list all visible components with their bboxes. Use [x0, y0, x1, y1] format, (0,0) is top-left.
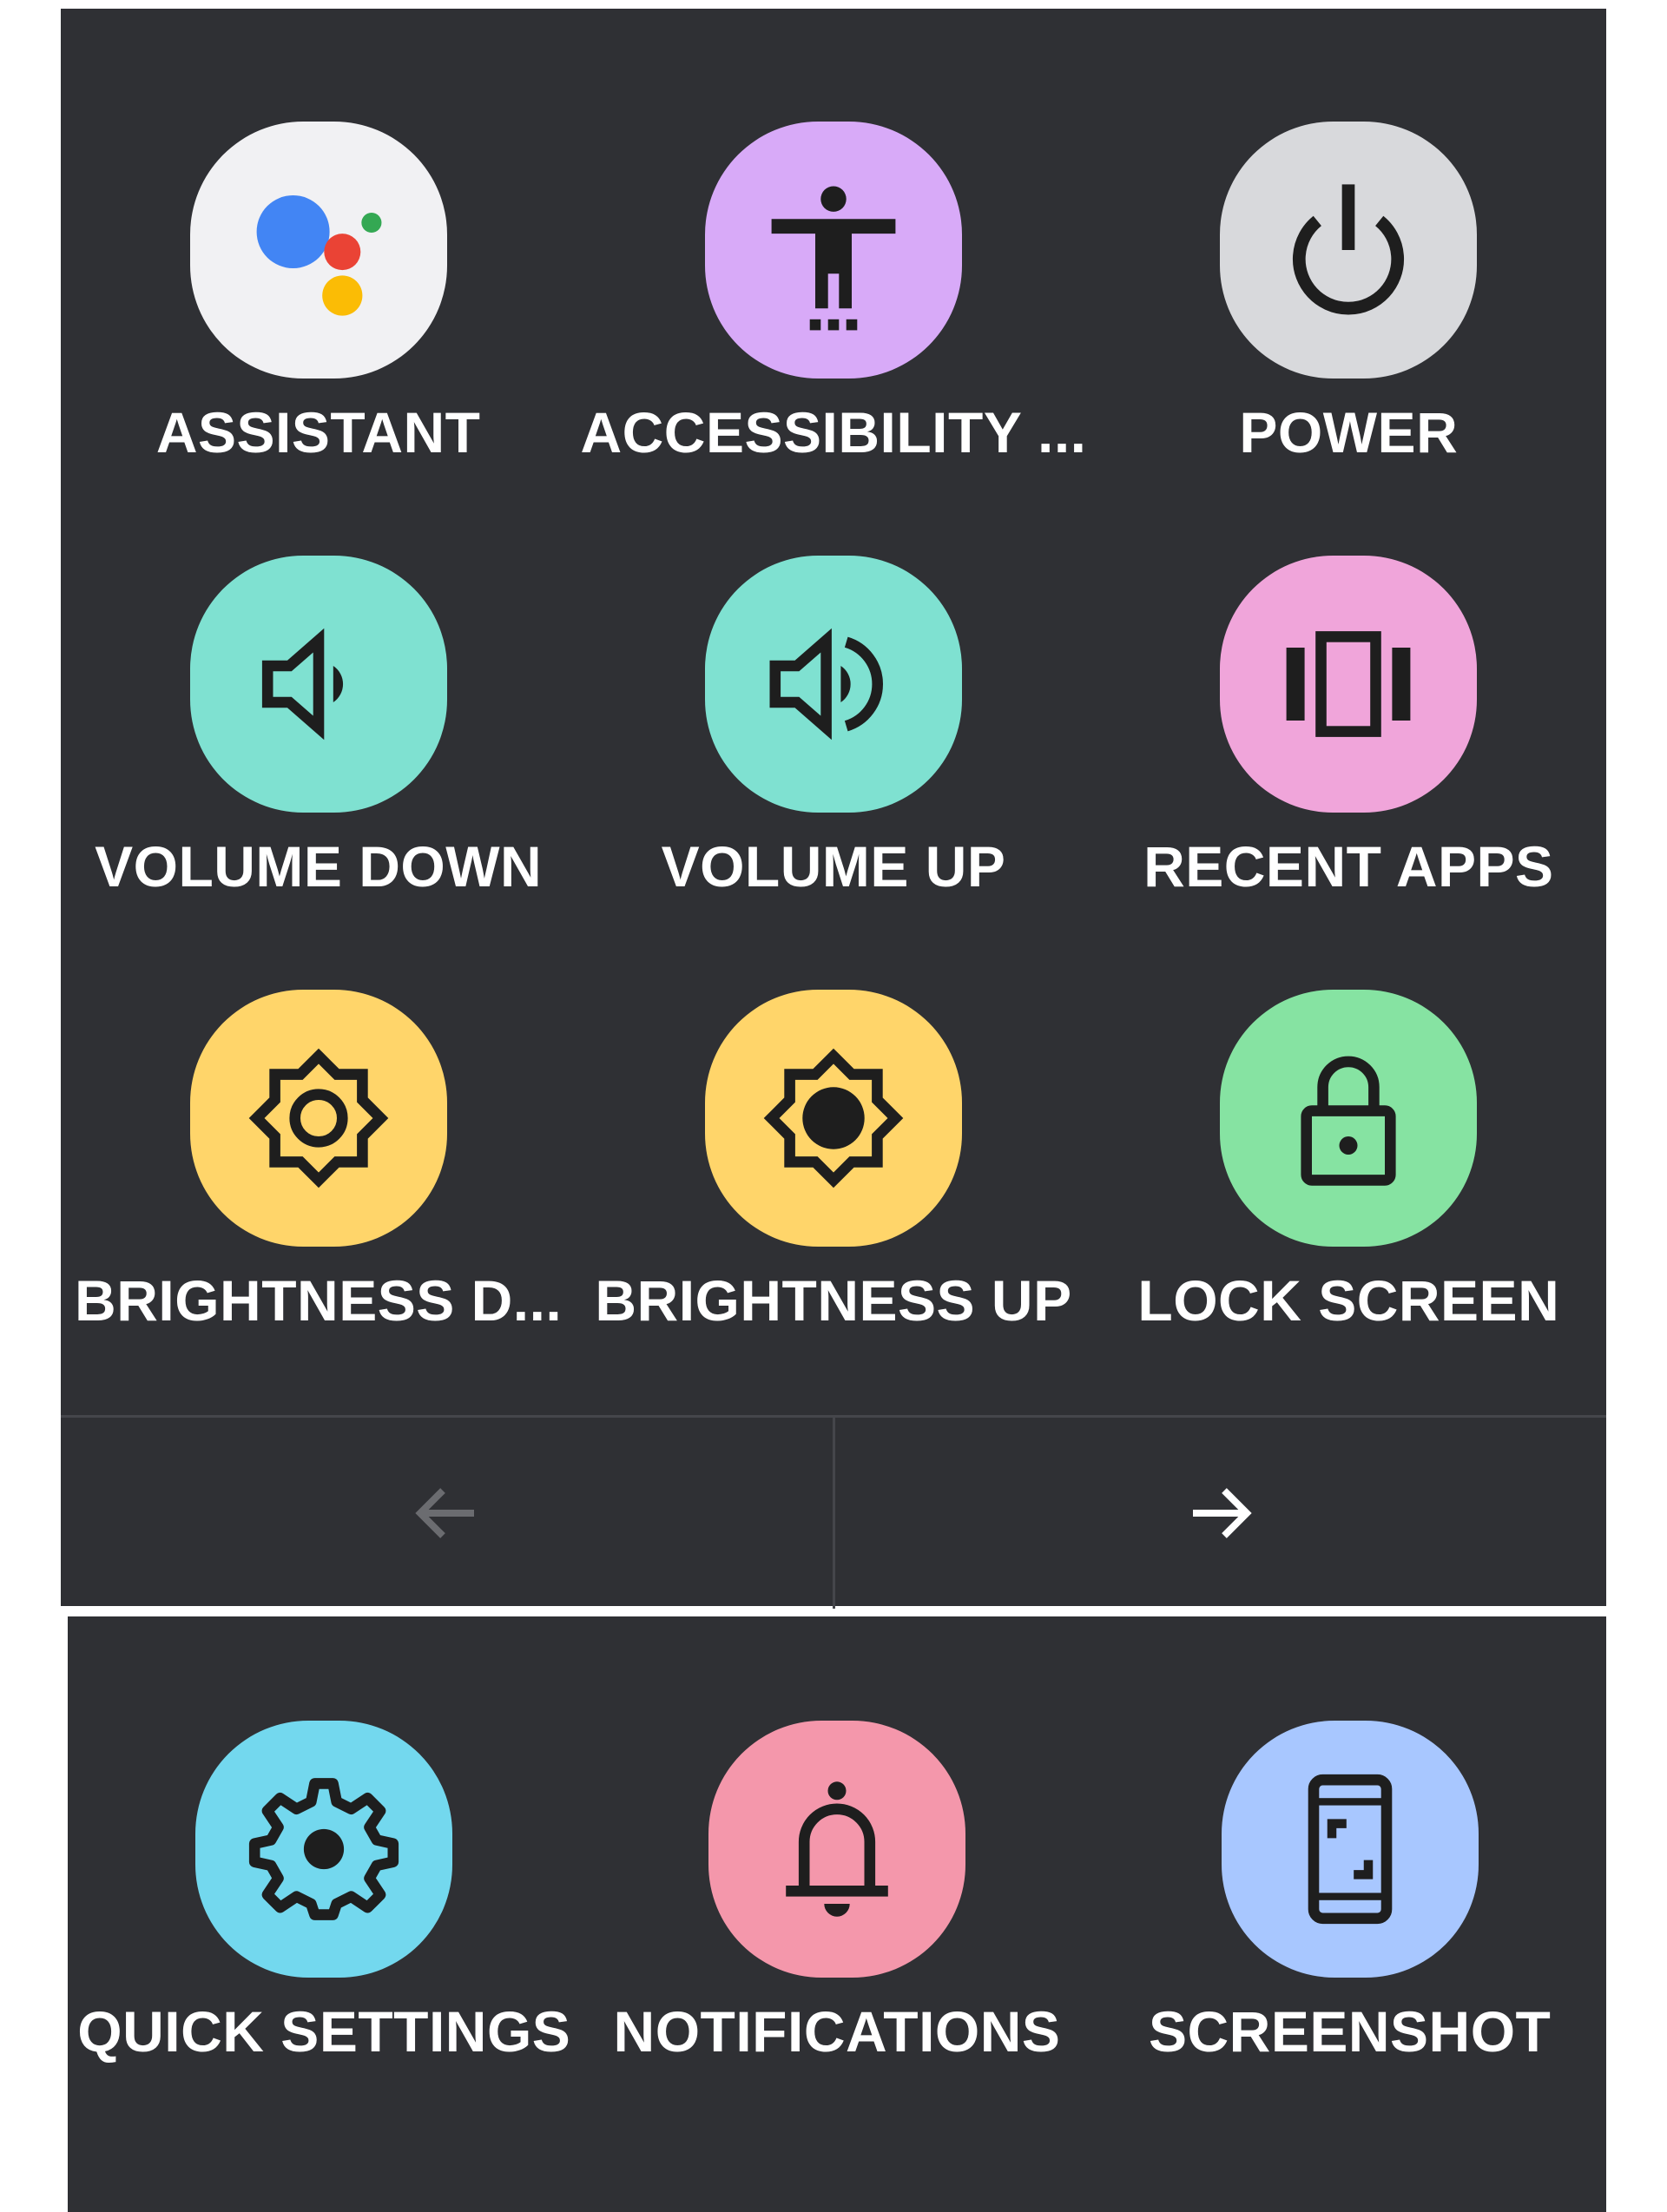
- recent-apps-tile: [1220, 556, 1478, 813]
- lock-screen-label: LOCK SCREEN: [1137, 1268, 1560, 1333]
- volume-down-icon: [261, 628, 343, 741]
- lock-icon: [1301, 1056, 1396, 1186]
- arrow-right-icon: [1192, 1488, 1252, 1538]
- quick-settings-button[interactable]: QUICK SETTINGS: [68, 1721, 581, 2155]
- brightness-up-button[interactable]: BRIGHTNESS UP: [576, 990, 1090, 1424]
- accessibility-tile: [704, 122, 962, 379]
- quick-settings-label: QUICK SETTINGS: [77, 1999, 571, 2064]
- power-icon: [1293, 184, 1405, 315]
- brightness-up-icon: [763, 1048, 904, 1188]
- page-navigation: [61, 1415, 1606, 1609]
- volume-up-icon: [769, 628, 883, 741]
- accessibility-label: ACCESSIBILITY ...: [580, 400, 1087, 464]
- power-button[interactable]: POWER: [1091, 122, 1606, 556]
- arrow-left-icon: [415, 1488, 475, 1538]
- brightness-up-label: BRIGHTNESS UP: [595, 1268, 1072, 1333]
- quick-settings-tile: [195, 1721, 453, 1978]
- volume-up-button[interactable]: VOLUME UP: [576, 556, 1090, 990]
- recent-apps-button[interactable]: RECENT APPS: [1091, 556, 1606, 990]
- recent-apps-icon: [1286, 631, 1411, 737]
- lock-screen-tile: [1220, 990, 1478, 1247]
- assistant-button[interactable]: ASSISTANT: [61, 122, 576, 556]
- recent-apps-label: RECENT APPS: [1143, 834, 1554, 899]
- volume-down-button[interactable]: VOLUME DOWN: [61, 556, 576, 990]
- menu-grid: ASSISTANT ACCESSIBILITY ... POWER VOLUME…: [61, 9, 1606, 1415]
- notifications-tile: [708, 1721, 965, 1978]
- assistant-icon: [256, 195, 382, 316]
- accessibility-icon: [771, 186, 896, 331]
- brightness-down-tile: [189, 990, 447, 1247]
- next-page-button[interactable]: [832, 1418, 1607, 1609]
- brightness-up-tile: [704, 990, 962, 1247]
- volume-down-tile: [189, 556, 447, 813]
- bell-icon: [786, 1781, 888, 1917]
- accessibility-settings-button[interactable]: ACCESSIBILITY ...: [576, 122, 1090, 556]
- screenshot-icon: [1308, 1774, 1392, 1925]
- assistant-label: ASSISTANT: [155, 400, 481, 464]
- accessibility-menu-page-2: QUICK SETTINGS NOTIFICATIONS SCREENSHOT: [68, 1616, 1606, 2212]
- assistant-tile: [189, 122, 447, 379]
- screenshot-button[interactable]: SCREENSHOT: [1093, 1721, 1606, 2155]
- notifications-button[interactable]: NOTIFICATIONS: [581, 1721, 1094, 2155]
- power-label: POWER: [1239, 400, 1459, 464]
- brightness-down-label: BRIGHTNESS D...: [75, 1268, 563, 1333]
- screenshot-label: SCREENSHOT: [1148, 1999, 1552, 2064]
- menu-grid: QUICK SETTINGS NOTIFICATIONS SCREENSHOT: [68, 1616, 1606, 2212]
- accessibility-menu-page-1: ASSISTANT ACCESSIBILITY ... POWER VOLUME…: [61, 9, 1606, 1609]
- brightness-down-button[interactable]: BRIGHTNESS D...: [61, 990, 576, 1424]
- screenshot-tile: [1221, 1721, 1479, 1978]
- notifications-label: NOTIFICATIONS: [613, 1999, 1061, 2064]
- volume-down-label: VOLUME DOWN: [95, 834, 543, 899]
- previous-page-button[interactable]: [61, 1418, 833, 1609]
- volume-up-label: VOLUME UP: [661, 834, 1006, 899]
- power-tile: [1220, 122, 1478, 379]
- volume-up-tile: [704, 556, 962, 813]
- brightness-down-icon: [248, 1048, 388, 1188]
- gear-icon: [249, 1778, 399, 1920]
- lock-screen-button[interactable]: LOCK SCREEN: [1091, 990, 1606, 1424]
